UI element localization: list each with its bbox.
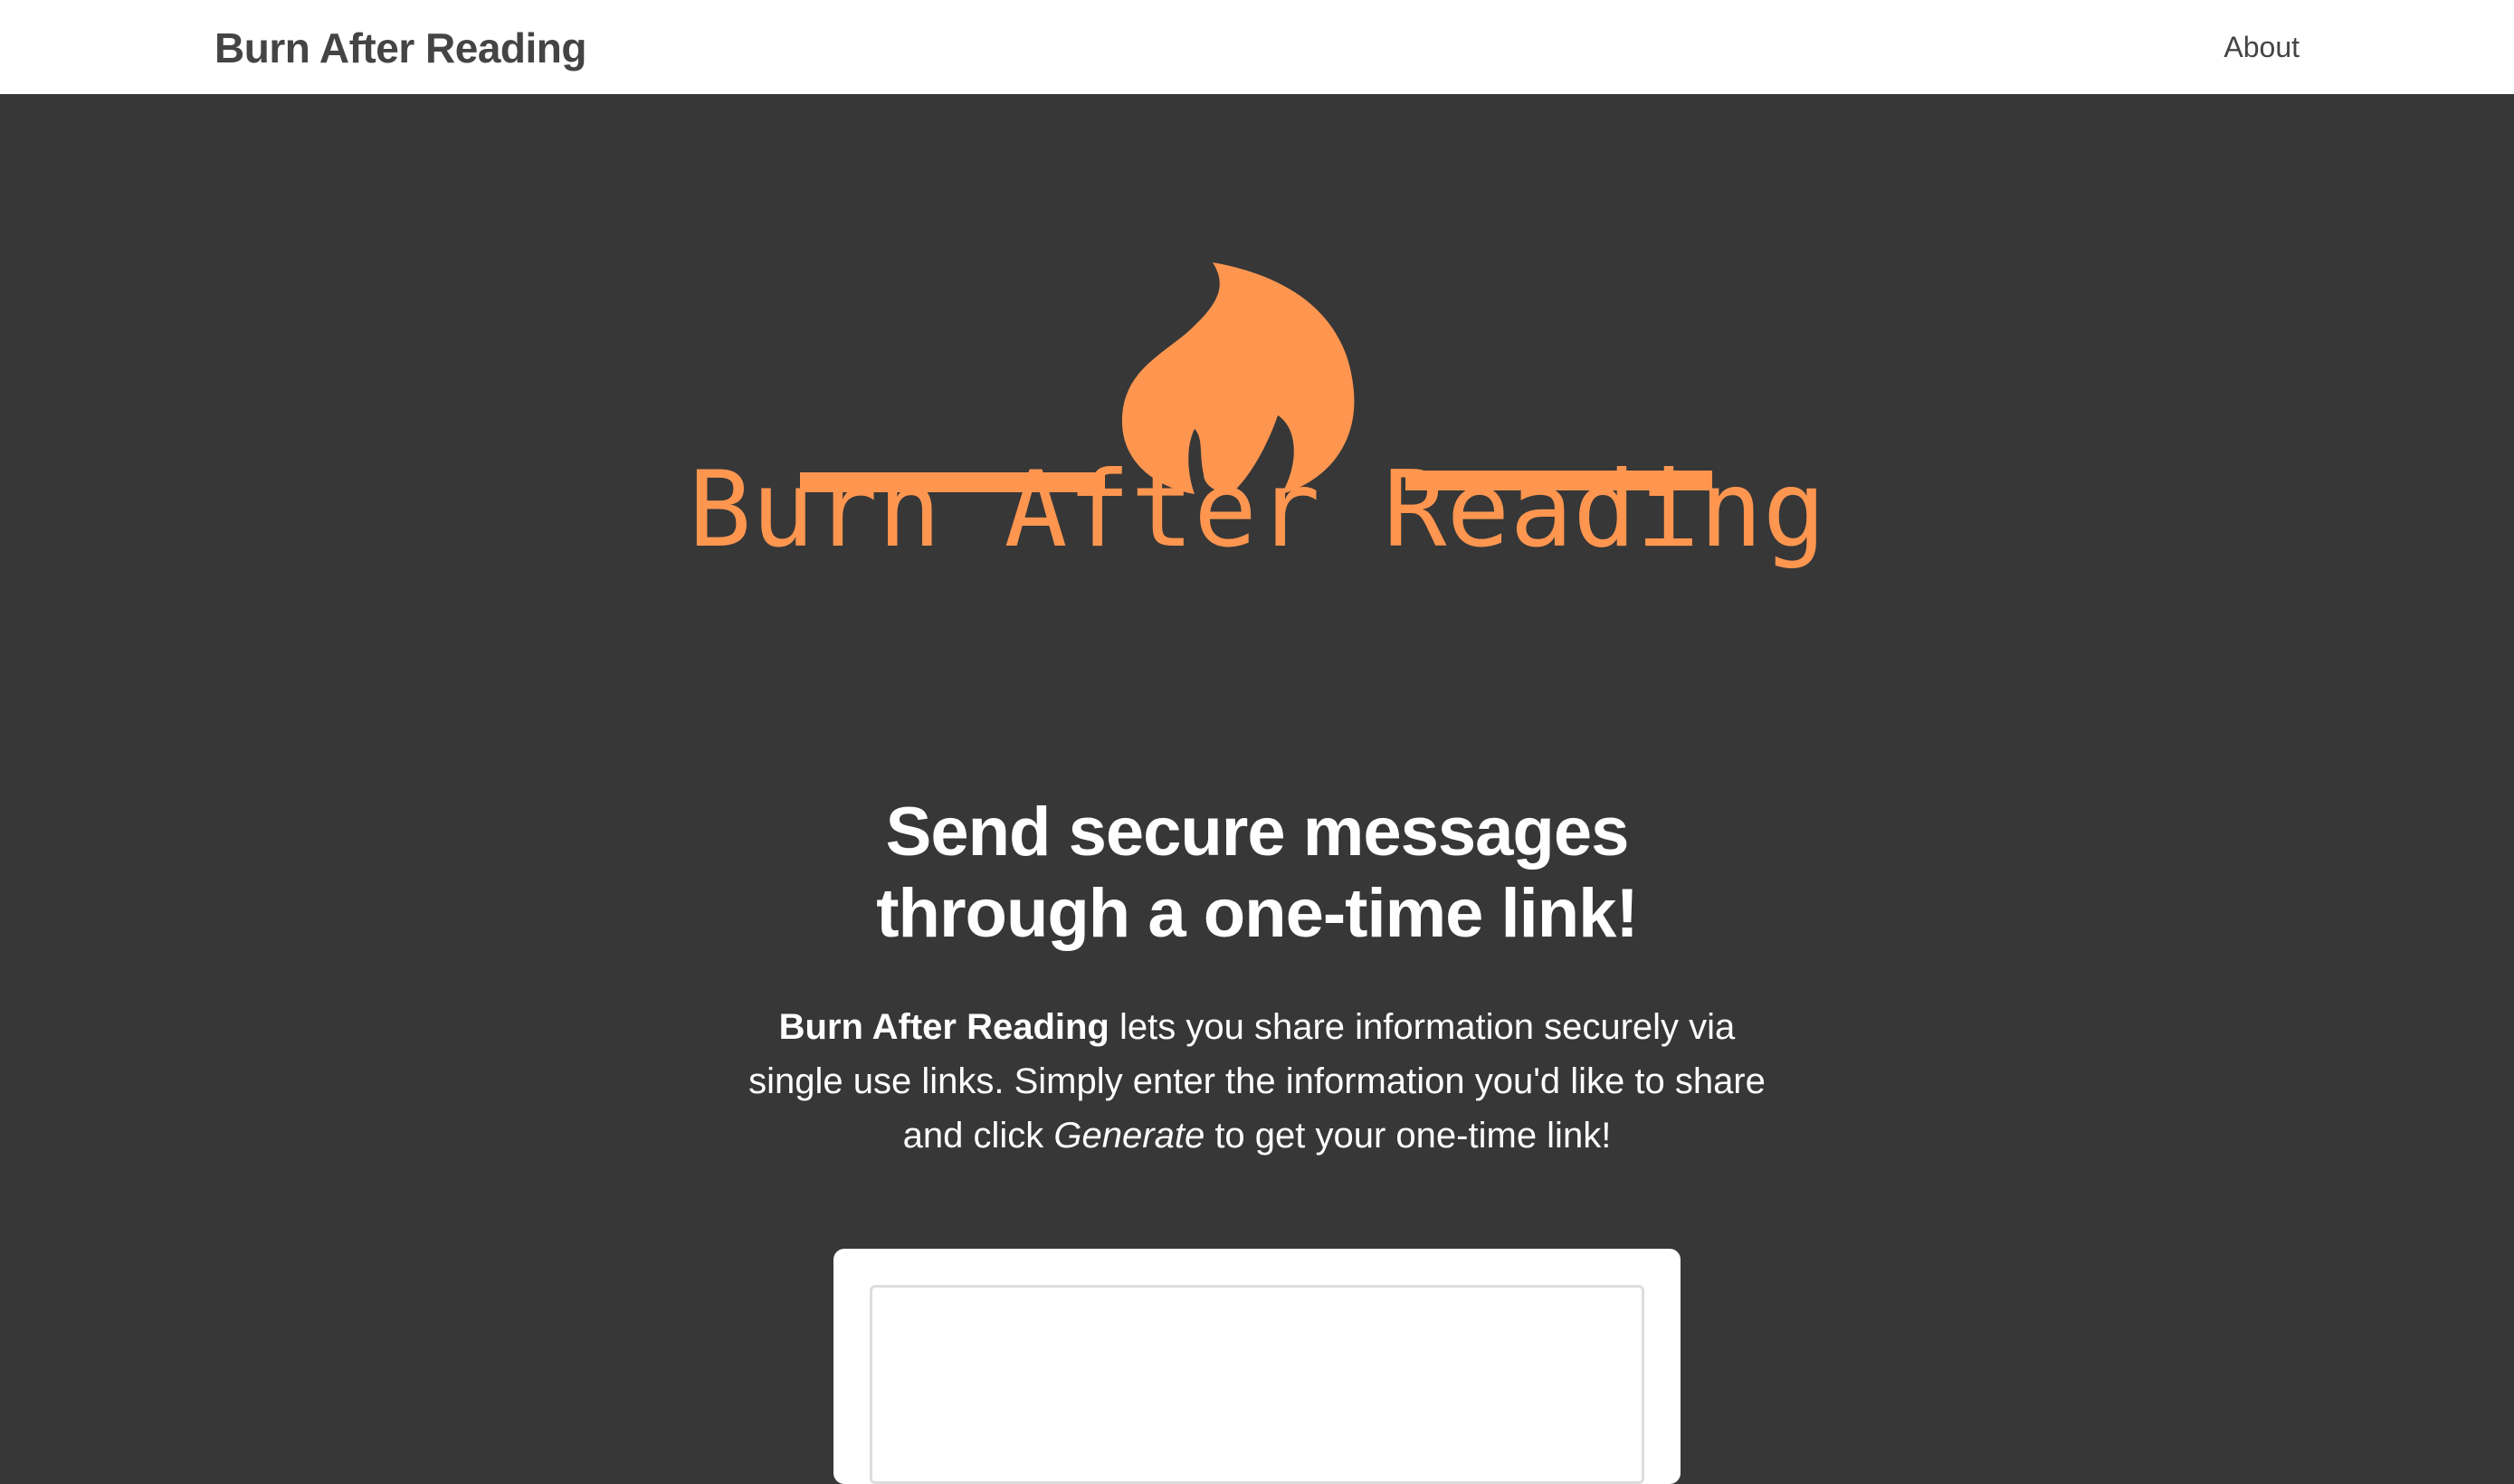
intro-emphasis: Generate bbox=[1053, 1116, 1205, 1156]
hero-logo: Burn After Reading bbox=[0, 94, 2514, 601]
headline-line-2: through a one-time link! bbox=[876, 875, 1639, 952]
intro-strong: Burn After Reading bbox=[778, 1007, 1109, 1047]
message-input[interactable] bbox=[870, 1285, 1644, 1484]
intro-text-2: to get your one-time link! bbox=[1205, 1116, 1612, 1156]
headline-line-1: Send secure messages bbox=[885, 794, 1630, 870]
logo-wordmark: Burn After Reading bbox=[688, 449, 1826, 571]
message-card bbox=[833, 1249, 1681, 1484]
intro-paragraph: Burn After Reading lets you share inform… bbox=[742, 1000, 1772, 1163]
page-headline: Send secure messages through a one-time … bbox=[0, 792, 2514, 955]
top-navbar: Burn After Reading About bbox=[0, 0, 2514, 94]
about-link[interactable]: About bbox=[2224, 29, 2300, 65]
brand-link[interactable]: Burn After Reading bbox=[214, 24, 586, 72]
